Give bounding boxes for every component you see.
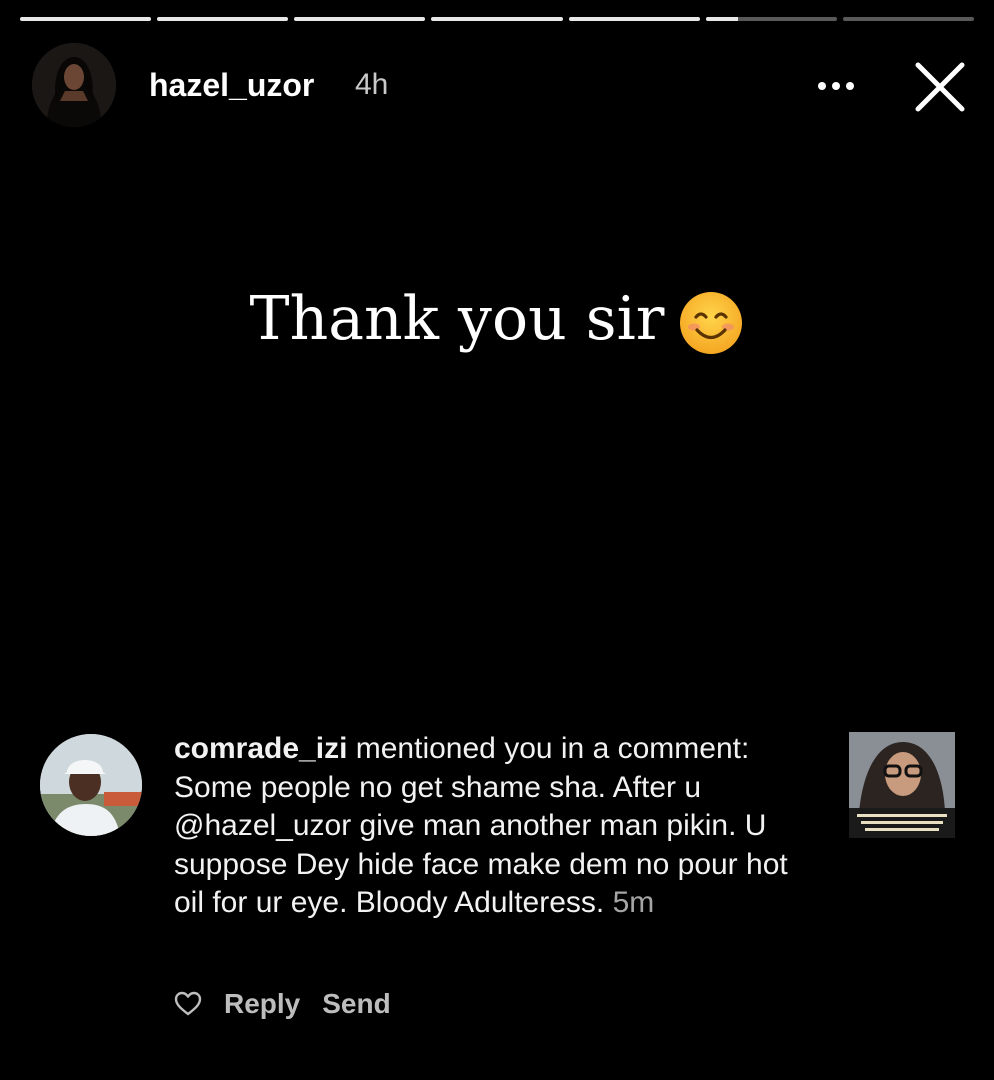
smiling-face-emoji xyxy=(678,290,744,356)
commenter-username[interactable]: comrade_izi xyxy=(174,732,347,765)
story-progress-fill xyxy=(705,17,739,21)
story-progress-fill xyxy=(20,17,152,21)
story-username[interactable]: hazel_uzor xyxy=(149,67,314,104)
story-progress-fill xyxy=(568,17,700,21)
send-button[interactable]: Send xyxy=(322,988,390,1020)
mention-notification[interactable]: comrade_izi mentioned you in a comment: … xyxy=(40,730,970,1030)
notification-text: comrade_izi mentioned you in a comment: … xyxy=(174,730,824,923)
close-icon[interactable] xyxy=(910,57,970,117)
story-progress-segment xyxy=(705,17,837,21)
story-author-avatar[interactable] xyxy=(32,43,116,127)
story-progress-fill xyxy=(294,17,426,21)
commenter-avatar[interactable] xyxy=(40,734,142,836)
heart-icon[interactable] xyxy=(174,991,202,1017)
story-progress-segment xyxy=(431,17,563,21)
notification-actions: Reply Send xyxy=(174,988,391,1020)
story-progress-fill xyxy=(431,17,563,21)
story-progress-segment xyxy=(568,17,700,21)
notification-timestamp: 5m xyxy=(612,886,655,919)
story-timestamp: 4h xyxy=(355,68,389,101)
story-progress-bar xyxy=(20,17,974,21)
reply-button[interactable]: Reply xyxy=(224,988,300,1020)
story-progress-segment xyxy=(20,17,152,21)
story-progress-segment xyxy=(842,17,974,21)
story-caption: Thank you sir xyxy=(0,284,994,356)
story-progress-segment xyxy=(294,17,426,21)
story-progress-segment xyxy=(157,17,289,21)
story-header: hazel_uzor 4h xyxy=(32,43,972,129)
story-progress-fill xyxy=(157,17,289,21)
caption-text: Thank you sir xyxy=(249,284,665,354)
more-horizontal-icon[interactable] xyxy=(812,63,860,109)
post-thumbnail[interactable] xyxy=(849,732,955,838)
